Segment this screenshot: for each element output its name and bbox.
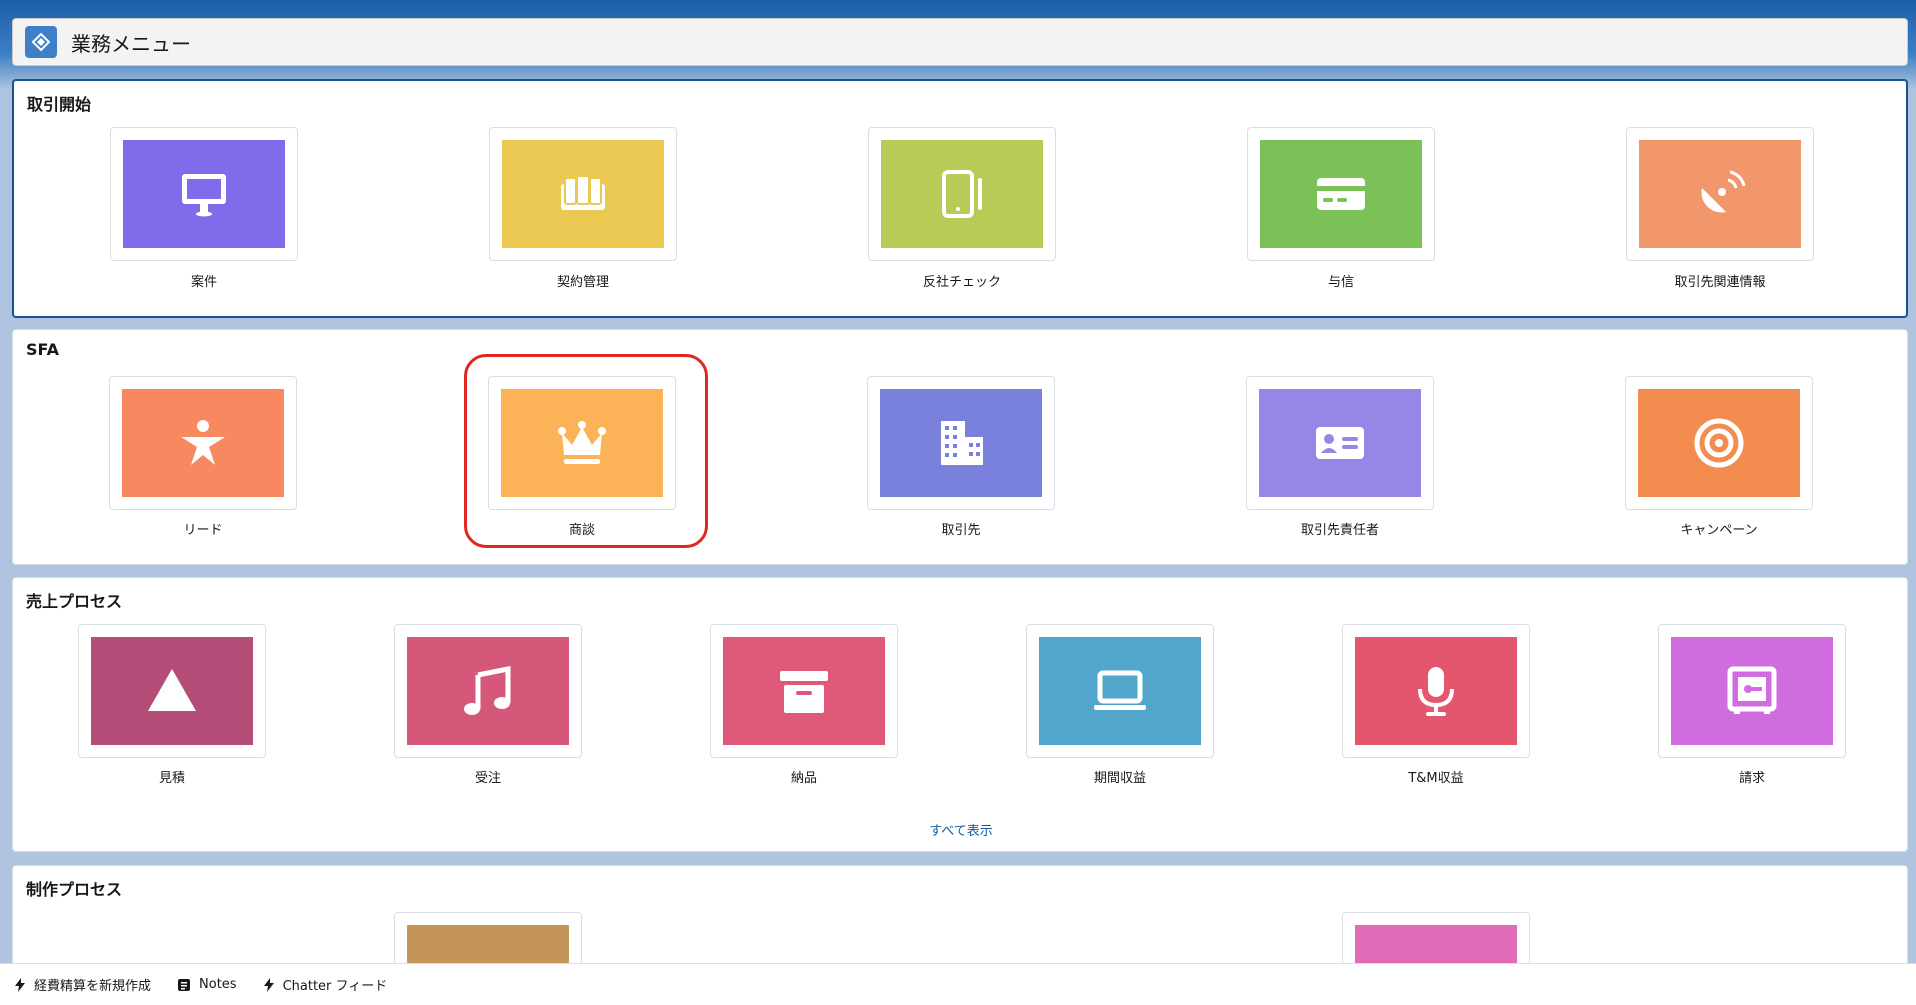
section-title: 制作プロセス xyxy=(26,880,123,899)
section-sfa: SFA リード 商談 取引先 取引先責任者 キャンペーン xyxy=(12,329,1908,565)
tile-juchu[interactable] xyxy=(394,624,582,758)
desktop-icon xyxy=(123,140,285,248)
tile-lead[interactable] xyxy=(109,376,297,510)
tile-label: T&M収益 xyxy=(1408,771,1464,786)
tile-label: 反社チェック xyxy=(922,275,1001,290)
app-switch-icon[interactable] xyxy=(25,26,57,58)
tile-label: 与信 xyxy=(1327,275,1354,290)
section-title: 売上プロセス xyxy=(26,592,123,611)
section-torihiki-kaishi: 取引開始 案件 契約管理 反社チェック 与信 取引先関連情報 xyxy=(12,79,1908,318)
tablet-icon xyxy=(881,140,1043,248)
tile-yoshin[interactable] xyxy=(1247,127,1435,261)
tile-label: 期間収益 xyxy=(1093,771,1146,786)
tile-label: 請求 xyxy=(1738,771,1765,786)
lightning-icon xyxy=(15,977,25,992)
tile-label: 取引先 xyxy=(941,523,981,538)
highlight-annotation xyxy=(464,354,708,548)
lead-person-icon xyxy=(122,389,284,497)
satellite-dish-icon xyxy=(1639,140,1801,248)
tile-torihikisaki-kanren[interactable] xyxy=(1626,127,1814,261)
tile-label: 案件 xyxy=(190,275,217,290)
app-header: 業務メニュー xyxy=(12,18,1908,66)
music-note-icon xyxy=(407,637,569,745)
utility-notes[interactable]: Notes xyxy=(177,977,237,992)
tile-label: 取引先関連情報 xyxy=(1674,275,1766,290)
lightning-icon xyxy=(263,977,274,992)
archive-box-icon xyxy=(723,637,885,745)
target-icon xyxy=(1638,389,1800,497)
utility-chatter-feed[interactable]: Chatter フィード xyxy=(263,975,388,994)
credit-card-icon xyxy=(1260,140,1422,248)
tile-torihikisaki-sekininsha[interactable] xyxy=(1246,376,1434,510)
laptop-icon xyxy=(1039,637,1201,745)
tile-label: 取引先責任者 xyxy=(1300,523,1379,538)
tile-label: 受注 xyxy=(474,771,501,786)
tile-label: 契約管理 xyxy=(556,275,609,290)
tile-seikyu[interactable] xyxy=(1658,624,1846,758)
notes-icon xyxy=(178,978,191,991)
section-title: 取引開始 xyxy=(27,95,92,114)
safe-icon xyxy=(1671,637,1833,745)
contact-card-icon xyxy=(1259,389,1421,497)
tile-label: 見積 xyxy=(158,771,185,786)
tile-nohin[interactable] xyxy=(710,624,898,758)
tile-hansha-check[interactable] xyxy=(868,127,1056,261)
tile-label: 納品 xyxy=(790,771,817,786)
section-title: SFA xyxy=(26,340,59,359)
page-title: 業務メニュー xyxy=(71,31,191,56)
tile-torihikisaki[interactable] xyxy=(867,376,1055,510)
building-icon xyxy=(880,389,1042,497)
microphone-icon xyxy=(1355,637,1517,745)
tile-anken[interactable] xyxy=(110,127,298,261)
triangle-icon xyxy=(91,637,253,745)
utility-label: 経費精算を新規作成 xyxy=(34,979,152,994)
tile-mitsumori[interactable] xyxy=(78,624,266,758)
utility-new-expense[interactable]: 経費精算を新規作成 xyxy=(14,975,151,994)
tile-label: キャンペーン xyxy=(1680,523,1758,538)
tile-keiyaku-kanri[interactable] xyxy=(489,127,677,261)
utility-label: Notes xyxy=(199,977,237,992)
view-all-link[interactable]: すべて表示 xyxy=(861,820,1061,839)
utility-bar: 経費精算を新規作成 Notes Chatter フィード xyxy=(0,963,1916,1005)
tile-kikan-shueki[interactable] xyxy=(1026,624,1214,758)
tile-tm-shueki[interactable] xyxy=(1342,624,1530,758)
knowledge-book-icon xyxy=(502,140,664,248)
section-uriage-process: 売上プロセス 見積 受注 納品 期間収益 T&M収益 請求 すべて表示 xyxy=(12,577,1908,852)
tile-label: リード xyxy=(183,523,223,538)
tile-campaign[interactable] xyxy=(1625,376,1813,510)
utility-label: Chatter フィード xyxy=(282,979,388,994)
